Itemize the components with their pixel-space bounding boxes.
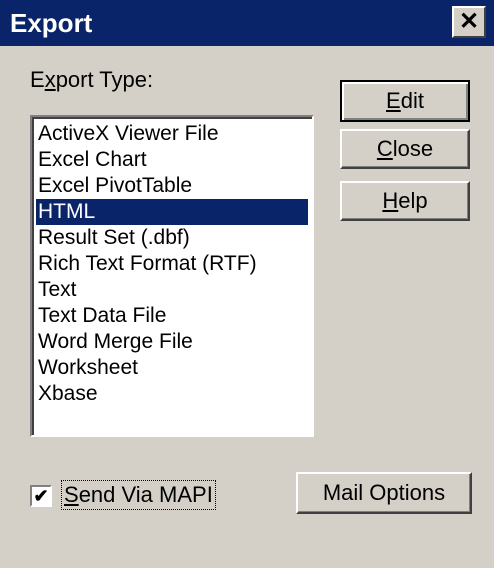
help-button-mnemonic: H: [382, 188, 399, 213]
list-item-word-merge-file[interactable]: Word Merge File: [36, 329, 308, 355]
list-item-result-set-dbf[interactable]: Result Set (.dbf): [36, 225, 308, 251]
close-icon: ✕: [458, 8, 480, 35]
send-via-mapi-checkbox[interactable]: ✔: [30, 485, 52, 507]
send-via-mapi-label[interactable]: Send Via MAPI: [61, 480, 216, 510]
list-item-text[interactable]: Text: [36, 277, 308, 303]
close-button[interactable]: Close: [340, 129, 470, 169]
list-item-xbase[interactable]: Xbase: [36, 381, 308, 407]
window-title: Export: [10, 8, 93, 38]
edit-button[interactable]: Edit: [340, 80, 470, 122]
close-button-label: lose: [392, 136, 434, 161]
export-type-label-mnemonic: x: [44, 67, 56, 92]
send-via-mapi-mnemonic: S: [64, 482, 79, 507]
edit-button-label: dit: [400, 88, 424, 113]
export-dialog: Export ✕ Export Type: ActiveX Viewer Fil…: [0, 0, 494, 568]
mail-options-button[interactable]: Mail Options: [296, 472, 472, 514]
list-item-excel-pivottable[interactable]: Excel PivotTable: [36, 173, 308, 199]
list-item-text-data-file[interactable]: Text Data File: [36, 303, 308, 329]
list-item-worksheet[interactable]: Worksheet: [36, 355, 308, 381]
checkmark-icon: ✔: [33, 486, 49, 506]
export-type-label: Export Type:: [30, 66, 153, 94]
list-item-html[interactable]: HTML: [36, 199, 308, 225]
list-item-activex-viewer-file[interactable]: ActiveX Viewer File: [36, 121, 308, 147]
list-item-rich-text-format[interactable]: Rich Text Format (RTF): [36, 251, 308, 277]
export-type-label-prefix: E: [30, 67, 45, 92]
send-via-mapi-text: end Via MAPI: [78, 482, 213, 507]
edit-button-mnemonic: E: [386, 88, 401, 113]
help-button-label: elp: [398, 188, 428, 213]
help-button[interactable]: Help: [340, 181, 470, 221]
export-type-list[interactable]: ActiveX Viewer File Excel Chart Excel Pi…: [30, 115, 314, 437]
list-item-excel-chart[interactable]: Excel Chart: [36, 147, 308, 173]
close-window-button[interactable]: ✕: [452, 6, 486, 38]
close-button-mnemonic: C: [376, 136, 393, 161]
export-type-label-suffix: port Type:: [55, 67, 154, 92]
title-bar[interactable]: Export ✕: [0, 0, 494, 46]
